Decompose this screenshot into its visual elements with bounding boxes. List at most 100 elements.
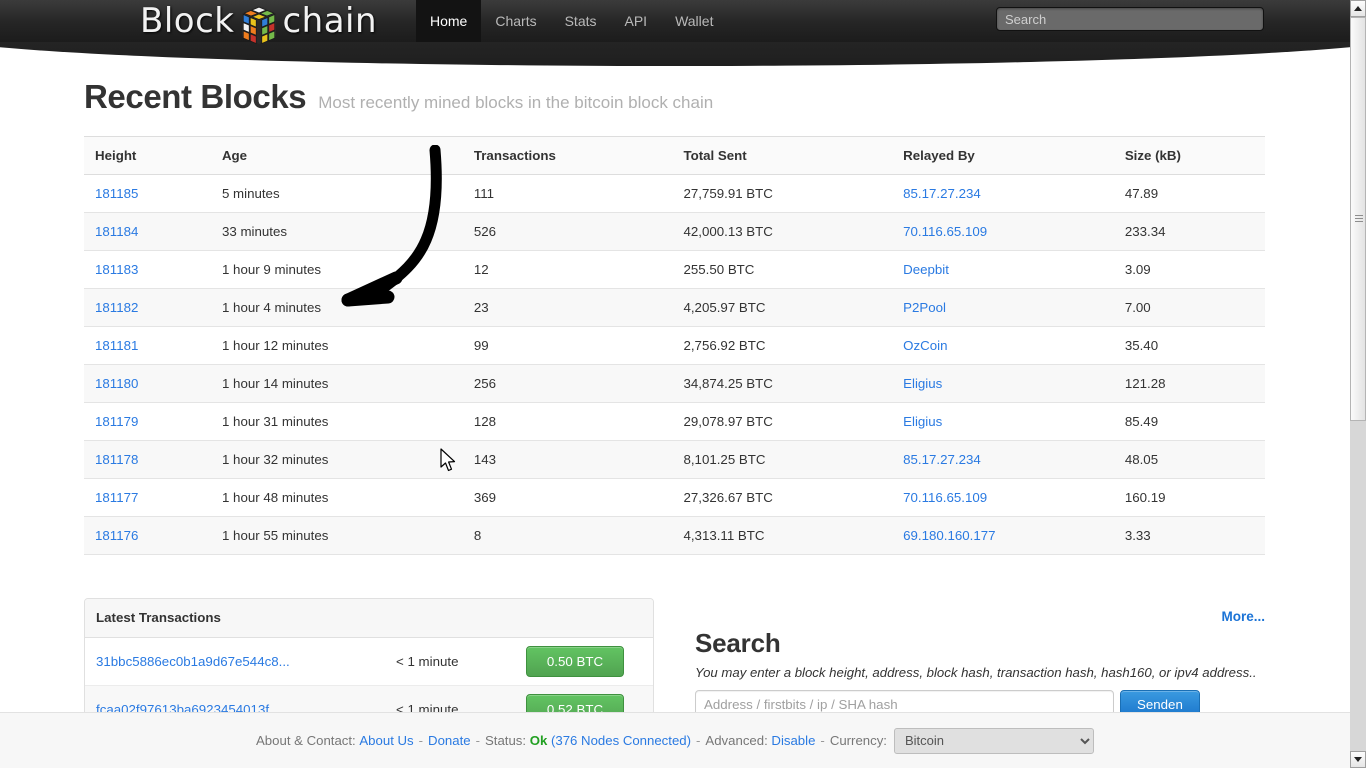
footer-donate-link[interactable]: Donate: [428, 733, 471, 748]
footer-status-label: Status:: [484, 733, 527, 748]
table-header-row: Height Age Transactions Total Sent Relay…: [84, 136, 1265, 175]
footer-nodes-count: (376 Nodes Connected): [550, 733, 692, 748]
cell-transactions: 99: [462, 326, 673, 365]
table-row: 181182 1 hour 4 minutes 23 4,205.97 BTC P2Po…: [84, 288, 1265, 327]
cell-height: 181177: [84, 478, 211, 517]
cell-height: 181176: [84, 516, 211, 555]
cell-size: 48.05: [1113, 440, 1265, 479]
cell-total-sent: 255.50 BTC: [672, 250, 893, 289]
cell-height-link[interactable]: 181185: [95, 186, 138, 201]
nav-tab-api[interactable]: API: [611, 0, 662, 42]
column-header-height[interactable]: Height: [84, 136, 211, 175]
scroll-up-button[interactable]: [1350, 0, 1366, 17]
cell-relayed-by: 85.17.27.234: [892, 440, 1114, 479]
cell-relayed-by-link[interactable]: OzCoin: [903, 338, 947, 353]
cell-height-link[interactable]: 181182: [95, 300, 138, 315]
site-logo[interactable]: Block chain: [140, 1, 377, 45]
column-header-total-sent[interactable]: Total Sent: [672, 136, 893, 175]
cell-age: 1 hour 32 minutes: [210, 440, 463, 479]
cell-relayed-by-link[interactable]: 70.116.65.109: [903, 490, 987, 505]
cell-size: 85.49: [1113, 402, 1265, 441]
footer-advanced-disable-link[interactable]: Disable: [771, 733, 815, 748]
cell-height: 181182: [84, 288, 211, 327]
recent-blocks-table: Height Age Transactions Total Sent Relay…: [84, 136, 1265, 555]
cell-relayed-by-link[interactable]: 85.17.27.234: [903, 452, 981, 467]
nav-tab-wallet[interactable]: Wallet: [661, 0, 727, 42]
navbar-search-input[interactable]: [996, 7, 1264, 31]
cell-height-link[interactable]: 181179: [95, 414, 138, 429]
cell-relayed-by-link[interactable]: 69.180.160.177: [903, 528, 995, 543]
cell-relayed-by-link[interactable]: Eligius: [903, 414, 942, 429]
cell-age: 1 hour 55 minutes: [210, 516, 463, 555]
cell-height-link[interactable]: 181180: [95, 376, 138, 391]
logo-text-block: Block: [140, 1, 235, 41]
table-row: 181176 1 hour 55 minutes 8 4,313.11 BTC 69.1…: [84, 516, 1265, 555]
cell-height: 181185: [84, 174, 211, 213]
cell-height: 181184: [84, 212, 211, 251]
footer-status-value: Ok: [529, 733, 548, 748]
cell-size: 160.19: [1113, 478, 1265, 517]
cell-height-link[interactable]: 181184: [95, 224, 138, 239]
vertical-scrollbar[interactable]: [1350, 0, 1366, 768]
cell-height-link[interactable]: 181176: [95, 528, 138, 543]
cell-age: 5 minutes: [210, 174, 463, 213]
table-row: 181185 5 minutes 111 27,759.91 BTC 85.17.27.…: [84, 174, 1265, 213]
currency-select[interactable]: Bitcoin: [893, 727, 1094, 754]
more-blocks-link[interactable]: More...: [1221, 609, 1265, 624]
cell-relayed-by: 69.180.160.177: [892, 516, 1114, 555]
cell-relayed-by-link[interactable]: 85.17.27.234: [903, 186, 981, 201]
cell-total-sent: 27,326.67 BTC: [672, 478, 893, 517]
cell-total-sent: 2,756.92 BTC: [672, 326, 893, 365]
cell-relayed-by: 70.116.65.109: [892, 478, 1114, 517]
footer-sep-3: -: [696, 733, 701, 748]
cell-transactions: 526: [462, 212, 673, 251]
cell-total-sent: 4,205.97 BTC: [672, 288, 893, 327]
footer-advanced-label: Advanced:: [705, 733, 768, 748]
search-section: Search You may enter a block height, add…: [695, 628, 1267, 718]
cell-age: 1 hour 31 minutes: [210, 402, 463, 441]
cell-relayed-by: 85.17.27.234: [892, 174, 1114, 213]
search-hint-text: You may enter a block height, address, b…: [695, 665, 1257, 680]
cell-height: 181183: [84, 250, 211, 289]
page-content: Recent Blocks Most recently mined blocks…: [0, 42, 1350, 768]
cell-age: 1 hour 48 minutes: [210, 478, 463, 517]
table-row: 181177 1 hour 48 minutes 369 27,326.67 BTC 7…: [84, 478, 1265, 517]
table-row: 181178 1 hour 32 minutes 143 8,101.25 BTC 85…: [84, 440, 1265, 479]
page-title: Recent Blocks: [84, 78, 307, 115]
cell-height-link[interactable]: 181183: [95, 262, 138, 277]
cell-relayed-by-link[interactable]: P2Pool: [903, 300, 946, 315]
cell-total-sent: 27,759.91 BTC: [672, 174, 893, 213]
cell-height-link[interactable]: 181178: [95, 452, 138, 467]
scrollbar-grip-icon: [1355, 215, 1363, 223]
transaction-row: 31bbc5886ec0b1a9d67e544c8... < 1 minute 0.…: [85, 638, 653, 686]
chevron-down-icon: [1354, 757, 1362, 762]
cell-age: 33 minutes: [210, 212, 463, 251]
cell-height-link[interactable]: 181181: [95, 338, 138, 353]
table-row: 181181 1 hour 12 minutes 99 2,756.92 BTC OzC…: [84, 326, 1265, 365]
cell-total-sent: 42,000.13 BTC: [672, 212, 893, 251]
nav-tab-charts[interactable]: Charts: [481, 0, 550, 42]
cell-relayed-by-link[interactable]: 70.116.65.109: [903, 224, 987, 239]
column-header-transactions[interactable]: Transactions: [462, 136, 673, 175]
scroll-down-button[interactable]: [1350, 751, 1366, 768]
cell-age: 1 hour 12 minutes: [210, 326, 463, 365]
transaction-hash-link[interactable]: 31bbc5886ec0b1a9d67e544c8...: [96, 654, 396, 669]
table-row: 181180 1 hour 14 minutes 256 34,874.25 BTC E…: [84, 364, 1265, 403]
column-header-relayed-by[interactable]: Relayed By: [892, 136, 1114, 175]
column-header-age[interactable]: Age: [210, 136, 463, 175]
footer-about-us-link[interactable]: About Us: [359, 733, 413, 748]
scrollbar-thumb[interactable]: [1350, 17, 1366, 421]
column-header-size[interactable]: Size (kB): [1113, 136, 1265, 175]
scrollbar-track[interactable]: [1350, 17, 1366, 751]
nav-tab-home[interactable]: Home: [416, 0, 482, 42]
cell-size: 35.40: [1113, 326, 1265, 365]
cell-relayed-by-link[interactable]: Eligius: [903, 376, 942, 391]
table-row: 181183 1 hour 9 minutes 12 255.50 BTC Deepbi…: [84, 250, 1265, 289]
cell-transactions: 12: [462, 250, 673, 289]
cell-relayed-by-link[interactable]: Deepbit: [903, 262, 949, 277]
cell-size: 3.33: [1113, 516, 1265, 555]
nav-tab-stats[interactable]: Stats: [551, 0, 611, 42]
cell-relayed-by: Eligius: [892, 364, 1114, 403]
cell-height-link[interactable]: 181177: [95, 490, 138, 505]
latest-transactions-title: Latest Transactions: [85, 599, 653, 638]
